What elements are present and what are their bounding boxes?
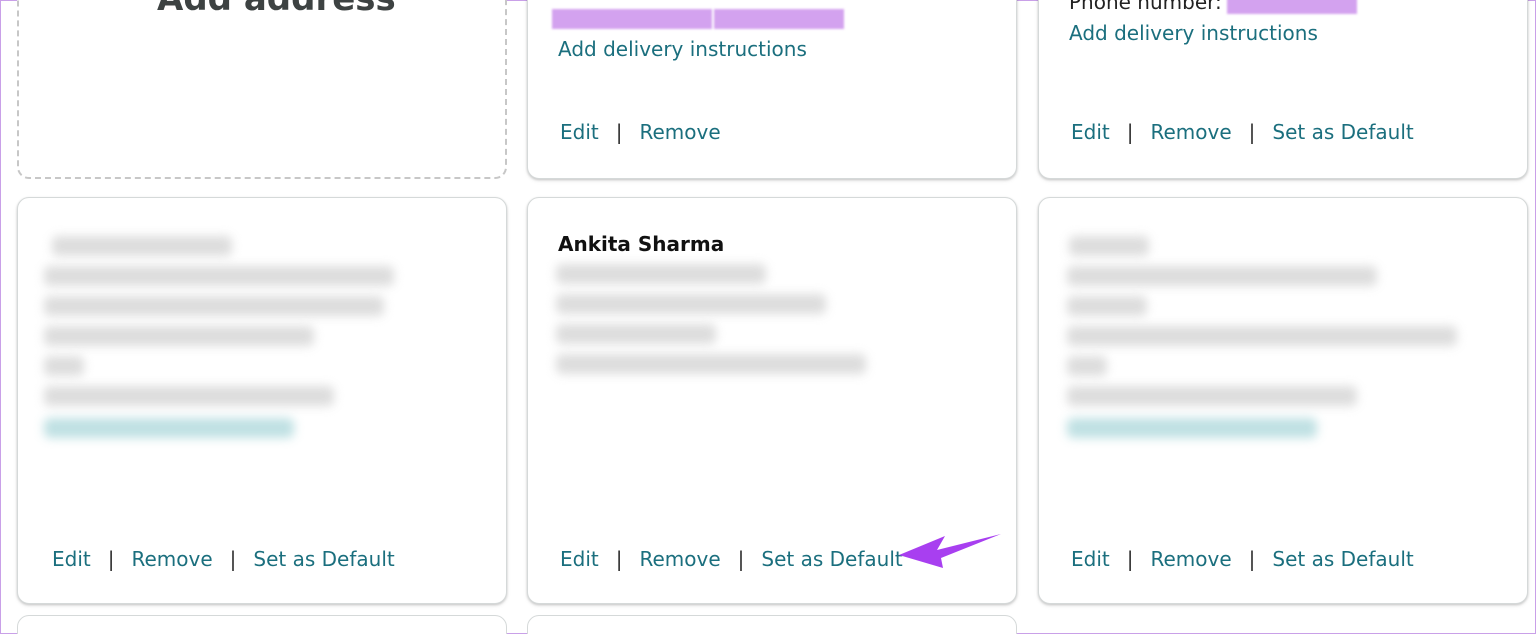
separator: |: [1248, 547, 1256, 571]
address-card-top-right: Phone number: Add delivery instructions …: [1038, 0, 1528, 179]
phone-label: Phone number:: [1069, 0, 1222, 14]
address-card-bottom-left: Edit | Remove | Set as Default: [17, 197, 507, 604]
redacted-text: [556, 354, 866, 374]
add-address-card[interactable]: Add address: [17, 0, 507, 179]
remove-link[interactable]: Remove: [639, 547, 720, 571]
redacted-text: [714, 9, 844, 29]
address-card-top-middle: Add delivery instructions Edit | Remove: [527, 0, 1017, 179]
redacted-text: [44, 326, 314, 346]
remove-link[interactable]: Remove: [1150, 120, 1231, 144]
redacted-text: [44, 386, 334, 406]
edit-link[interactable]: Edit: [1071, 547, 1110, 571]
redacted-text: [1067, 386, 1357, 406]
separator: |: [1248, 120, 1256, 144]
card-actions: Edit | Remove: [560, 120, 721, 144]
address-card-partial: [527, 615, 1017, 634]
redacted-link: [44, 418, 294, 438]
redacted-text: [1067, 326, 1457, 346]
add-delivery-instructions-link[interactable]: Add delivery instructions: [558, 37, 807, 61]
edit-link[interactable]: Edit: [560, 547, 599, 571]
annotation-arrow-icon: [899, 534, 1001, 568]
separator: |: [107, 547, 115, 571]
separator: |: [615, 547, 623, 571]
redacted-link: [1067, 418, 1317, 438]
remove-link[interactable]: Remove: [131, 547, 212, 571]
card-actions: Edit | Remove | Set as Default: [1071, 547, 1414, 571]
card-actions: Edit | Remove | Set as Default: [560, 547, 903, 571]
edit-link[interactable]: Edit: [1071, 120, 1110, 144]
redacted-name: [1069, 236, 1149, 256]
add-address-title[interactable]: Add address: [157, 0, 396, 19]
redacted-text: [44, 296, 384, 316]
separator: |: [737, 547, 745, 571]
separator: |: [1126, 120, 1134, 144]
card-actions: Edit | Remove | Set as Default: [1071, 120, 1414, 144]
separator: |: [1126, 547, 1134, 571]
add-delivery-instructions-link[interactable]: Add delivery instructions: [1069, 21, 1318, 45]
redacted-text: [556, 324, 716, 344]
set-as-default-link[interactable]: Set as Default: [1272, 547, 1413, 571]
redacted-phone: [1227, 0, 1357, 14]
redacted-text: [1067, 266, 1377, 286]
address-name: Ankita Sharma: [558, 232, 725, 256]
set-as-default-link[interactable]: Set as Default: [1272, 120, 1413, 144]
card-actions: Edit | Remove | Set as Default: [52, 547, 395, 571]
redacted-text: [44, 356, 84, 376]
remove-link[interactable]: Remove: [1150, 547, 1231, 571]
redacted-text: [556, 294, 826, 314]
set-as-default-link[interactable]: Set as Default: [253, 547, 394, 571]
set-as-default-link[interactable]: Set as Default: [761, 547, 902, 571]
redacted-text: [556, 264, 766, 284]
separator: |: [229, 547, 237, 571]
edit-link[interactable]: Edit: [52, 547, 91, 571]
redacted-text: [1067, 356, 1107, 376]
address-card-partial: [17, 615, 507, 634]
address-card-bottom-right: Edit | Remove | Set as Default: [1038, 197, 1528, 604]
redacted-text: [44, 266, 394, 286]
redacted-text: [1067, 296, 1147, 316]
separator: |: [615, 120, 623, 144]
edit-link[interactable]: Edit: [560, 120, 599, 144]
redacted-text: [552, 9, 712, 29]
redacted-name: [52, 236, 232, 256]
remove-link[interactable]: Remove: [639, 120, 720, 144]
